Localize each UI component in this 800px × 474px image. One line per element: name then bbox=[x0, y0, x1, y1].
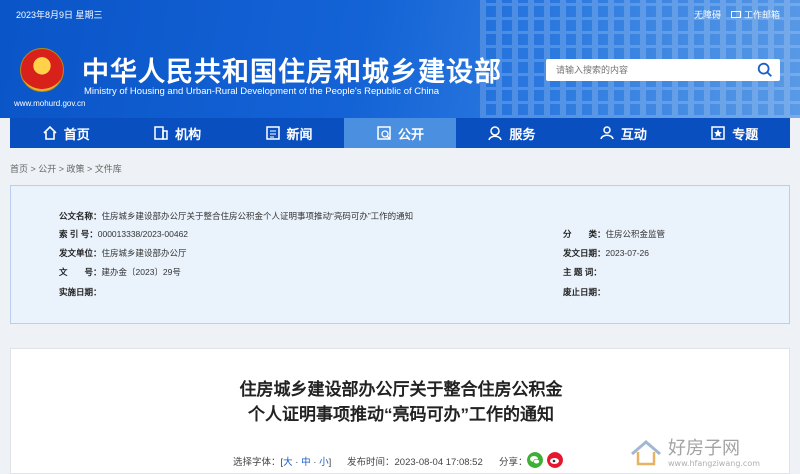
mail-icon bbox=[730, 11, 741, 18]
building-icon bbox=[154, 126, 168, 140]
doc-category-row: 分 类：住房公积金监管 bbox=[563, 228, 665, 240]
work-mail-label: 工作邮箱 bbox=[743, 10, 780, 20]
doc-subject-label: 主 题 词： bbox=[563, 267, 602, 277]
topbar-links: 无障碍 工作邮箱 bbox=[694, 8, 780, 21]
nav-interact-label: 互动 bbox=[620, 126, 647, 142]
font-size-label: 选择字体：[ bbox=[233, 457, 284, 468]
site-url: www.mohurd.gov.cn bbox=[14, 99, 86, 108]
nav-home[interactable]: 首页 bbox=[10, 118, 121, 148]
nav-organization-label: 机构 bbox=[175, 126, 202, 142]
font-small-link[interactable]: 小 bbox=[319, 457, 329, 468]
watermark-logo: 好房子网 www.hfangziwang.com bbox=[631, 438, 760, 468]
doc-effective-label: 实施日期： bbox=[59, 287, 102, 297]
doc-expire-label: 废止日期： bbox=[563, 287, 606, 297]
nav-service-label: 服务 bbox=[509, 126, 536, 142]
nav-public[interactable]: 公开 bbox=[344, 118, 456, 148]
main-nav: 首页 机构 新闻 公开 服务 互动 专题 bbox=[10, 118, 790, 148]
breadcrumb: 首页 > 公开 > 政策 > 文件库 bbox=[10, 164, 122, 174]
news-icon bbox=[265, 126, 280, 140]
site-title: 中华人民共和国住房和城乡建设部 bbox=[82, 57, 502, 87]
font-size-selector: 选择字体：[大 · 中 · 小] bbox=[233, 457, 332, 468]
doc-date-row: 发文日期：2023-07-26 bbox=[563, 247, 649, 259]
doc-category-value: 住房公积金监管 bbox=[605, 229, 666, 239]
article-title-line-1: 住房城乡建设部办公厅关于整合住房公积金 bbox=[239, 380, 563, 399]
work-mail-link[interactable]: 工作邮箱 bbox=[730, 8, 780, 21]
watermark-url: www.hfangziwang.com bbox=[668, 459, 760, 468]
search-icon[interactable] bbox=[756, 61, 774, 79]
doc-date-label: 发文日期： bbox=[563, 248, 606, 258]
doc-number-label: 文 号： bbox=[59, 267, 102, 277]
publish-time: 发布时间：2023-08-04 17:08:52 bbox=[347, 454, 483, 468]
search-input[interactable] bbox=[546, 59, 746, 81]
national-emblem-logo[interactable] bbox=[20, 48, 64, 92]
article-title-line-2: 个人证明事项推动“亮码可办”工作的通知 bbox=[248, 405, 554, 424]
interact-icon bbox=[600, 126, 614, 140]
doc-title-value: 住房城乡建设部办公厅关于整合住房公积金个人证明事项推动“亮码可办”工作的通知 bbox=[101, 211, 414, 221]
doc-issuer-value: 住房城乡建设部办公厅 bbox=[101, 248, 187, 258]
nav-interact[interactable]: 互动 bbox=[567, 118, 678, 148]
doc-title-label: 公文名称： bbox=[59, 211, 102, 221]
search-box bbox=[546, 59, 780, 81]
wechat-share-icon[interactable] bbox=[527, 452, 543, 468]
nav-topic[interactable]: 专题 bbox=[679, 118, 790, 148]
home-icon bbox=[43, 125, 57, 140]
doc-number-row: 文 号：建办金〔2023〕29号 bbox=[59, 266, 181, 278]
doc-effective-row: 实施日期： bbox=[59, 286, 102, 298]
publish-label: 发布时间： bbox=[347, 457, 395, 468]
share-label: 分享： bbox=[499, 457, 528, 468]
current-date: 2023年8月9日 星期三 bbox=[16, 10, 103, 20]
nav-service[interactable]: 服务 bbox=[456, 118, 567, 148]
site-header: 2023年8月9日 星期三 无障碍 工作邮箱 中华人民共和国住房和城乡建设部 M… bbox=[0, 0, 800, 118]
service-icon bbox=[488, 126, 503, 141]
nav-organization[interactable]: 机构 bbox=[121, 118, 232, 148]
font-medium-link[interactable]: 中 bbox=[301, 457, 311, 468]
doc-issuer-label: 发文单位： bbox=[59, 248, 102, 258]
nav-public-label: 公开 bbox=[397, 126, 424, 142]
site-subtitle: Ministry of Housing and Urban-Rural Deve… bbox=[84, 86, 440, 97]
accessibility-link[interactable]: 无障碍 bbox=[694, 8, 721, 21]
font-large-link[interactable]: 大 bbox=[283, 457, 293, 468]
doc-number-value: 建办金〔2023〕29号 bbox=[101, 267, 181, 277]
nav-news[interactable]: 新闻 bbox=[233, 118, 344, 148]
document-info-panel: 公文名称：住房城乡建设部办公厅关于整合住房公积金个人证明事项推动“亮码可办”工作… bbox=[10, 185, 790, 324]
doc-subject-row: 主 题 词： bbox=[563, 266, 602, 278]
nav-topic-label: 专题 bbox=[732, 126, 759, 142]
accessibility-label: 无障碍 bbox=[693, 10, 721, 20]
doc-issuer-row: 发文单位：住房城乡建设部办公厅 bbox=[59, 247, 187, 259]
public-icon bbox=[377, 126, 391, 140]
publish-time-value: 2023-08-04 17:08:52 bbox=[394, 457, 483, 468]
font-size-close: ] bbox=[328, 457, 332, 468]
weibo-share-icon[interactable] bbox=[547, 452, 563, 468]
watermark-text: 好房子网 bbox=[668, 438, 740, 459]
nav-news-label: 新闻 bbox=[286, 126, 313, 142]
nav-home-label: 首页 bbox=[63, 126, 90, 142]
topic-icon bbox=[711, 126, 725, 140]
doc-title-row: 公文名称：住房城乡建设部办公厅关于整合住房公积金个人证明事项推动“亮码可办”工作… bbox=[59, 210, 413, 222]
doc-index-value: 000013338/2023-00462 bbox=[97, 229, 189, 239]
doc-category-label: 分 类： bbox=[563, 229, 606, 239]
doc-index-label: 索 引 号： bbox=[59, 229, 98, 239]
doc-expire-row: 废止日期： bbox=[563, 286, 606, 298]
doc-date-value: 2023-07-26 bbox=[605, 248, 649, 258]
doc-index-row: 索 引 号：000013338/2023-00462 bbox=[59, 228, 188, 240]
